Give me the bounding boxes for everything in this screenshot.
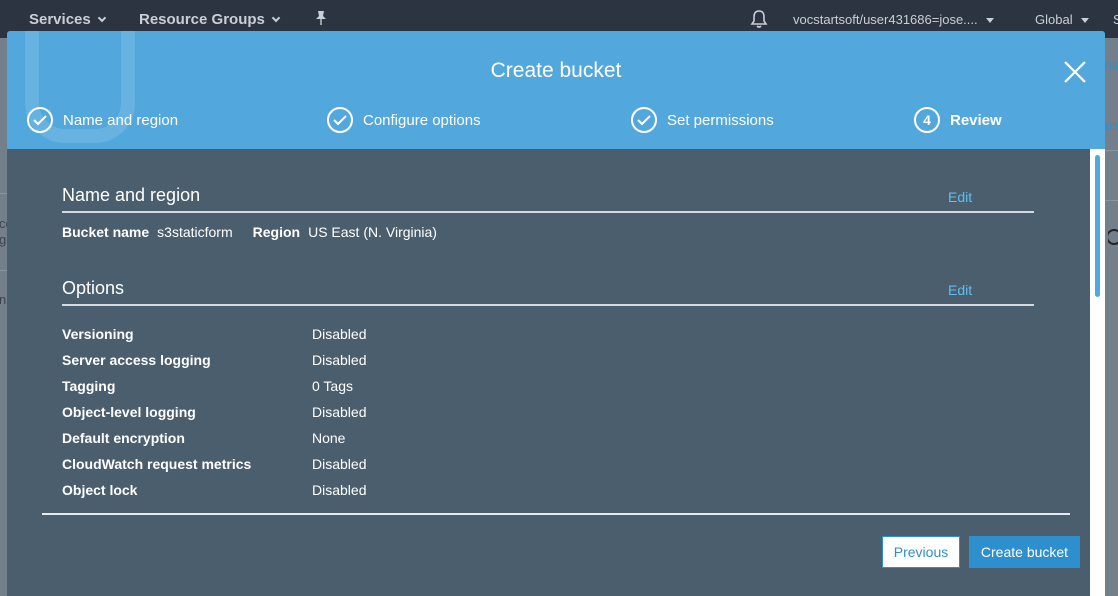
region-menu[interactable]: Global (1035, 12, 1089, 27)
option-row-default-encryption: Default encryption None (62, 430, 562, 450)
option-key: CloudWatch request metrics (62, 456, 252, 472)
chevron-down-icon (271, 13, 281, 22)
refresh-icon (1106, 229, 1118, 245)
step-label: Name and region (63, 111, 179, 129)
modal-header: Create bucket Name and region Configure … (7, 31, 1105, 149)
create-bucket-button[interactable]: Create bucket (969, 536, 1080, 568)
edit-name-region-link[interactable]: Edit (948, 189, 972, 205)
step-label: Review (950, 111, 1002, 129)
step-label: Configure options (363, 111, 481, 129)
step-set-permissions[interactable]: Set permissions (631, 107, 774, 133)
option-row-cloudwatch-metrics: CloudWatch request metrics Disabled (62, 456, 562, 476)
option-key: Versioning (62, 326, 134, 342)
background-link[interactable]: ns (1105, 118, 1118, 133)
close-button[interactable] (1063, 60, 1087, 84)
check-circle-icon (27, 107, 53, 133)
resource-groups-label: Resource Groups (139, 11, 265, 28)
pin-icon (316, 11, 326, 25)
services-label: Services (29, 11, 91, 28)
option-key: Default encryption (62, 430, 185, 446)
check-circle-icon (327, 107, 353, 133)
step-review[interactable]: 4 Review (914, 107, 1002, 133)
region-label: Global (1035, 12, 1073, 27)
pin-button[interactable] (314, 10, 328, 26)
account-label: vocstartsoft/user431686=jose.... (793, 12, 978, 27)
bell-icon (750, 10, 768, 28)
support-label: S (1113, 12, 1118, 27)
section-title-name-region: Name and region (62, 185, 201, 205)
notifications-button[interactable] (750, 9, 768, 29)
footer-divider (42, 513, 1070, 515)
option-value: Disabled (312, 482, 367, 498)
caret-down-icon (1080, 17, 1089, 23)
option-row-versioning: Versioning Disabled (62, 326, 562, 346)
refresh-button[interactable] (1106, 228, 1118, 251)
option-value: Disabled (312, 352, 367, 368)
option-value: None (312, 430, 346, 446)
region-value: US East (N. Virginia) (308, 224, 437, 240)
support-menu[interactable]: S (1113, 12, 1118, 27)
option-value: Disabled (312, 326, 367, 342)
section-divider (62, 211, 1034, 213)
previous-button[interactable]: Previous (882, 536, 960, 568)
bucket-summary: Bucket name s3staticform Region US East … (62, 224, 457, 240)
option-value: Disabled (312, 404, 367, 420)
option-row-object-level-logging: Object-level logging Disabled (62, 404, 562, 424)
section-title-options: Options (62, 278, 125, 298)
step-number: 4 (923, 112, 931, 128)
background-divider (1105, 200, 1118, 201)
chevron-down-icon (97, 13, 106, 22)
edit-options-link[interactable]: Edit (948, 282, 972, 298)
option-row-tagging: Tagging 0 Tags (62, 378, 562, 398)
section-divider (62, 304, 1034, 306)
region-label: Region (252, 224, 301, 240)
option-row-object-lock: Object lock Disabled (62, 482, 562, 502)
step-configure-options[interactable]: Configure options (327, 107, 481, 133)
option-key: Object-level logging (62, 404, 196, 420)
option-key: Server access logging (62, 352, 211, 368)
option-key: Object lock (62, 482, 138, 498)
review-content: Name and region Edit Bucket name s3stati… (7, 149, 1090, 596)
step-name-and-region[interactable]: Name and region (27, 107, 178, 133)
option-row-server-access-logging: Server access logging Disabled (62, 352, 562, 372)
background-divider (1105, 150, 1118, 151)
create-bucket-modal: Create bucket Name and region Configure … (7, 31, 1105, 596)
background-link[interactable]: nta (1104, 57, 1118, 73)
close-icon (1064, 61, 1086, 83)
resource-groups-menu[interactable]: Resource Groups (139, 11, 281, 28)
account-menu[interactable]: vocstartsoft/user431686=jose.... (793, 12, 994, 27)
step-label: Set permissions (667, 111, 774, 129)
option-value: Disabled (312, 456, 367, 472)
option-key: Tagging (62, 378, 116, 394)
services-menu[interactable]: Services (29, 11, 106, 28)
bucket-name-label: Bucket name (62, 224, 150, 240)
modal-title: Create bucket (490, 59, 622, 82)
check-circle-icon (631, 107, 657, 133)
step-number-badge: 4 (914, 107, 940, 133)
scrollbar-thumb[interactable] (1095, 155, 1100, 297)
caret-down-icon (985, 17, 994, 23)
option-value: 0 Tags (312, 378, 353, 394)
bucket-name-value: s3staticform (157, 224, 233, 240)
